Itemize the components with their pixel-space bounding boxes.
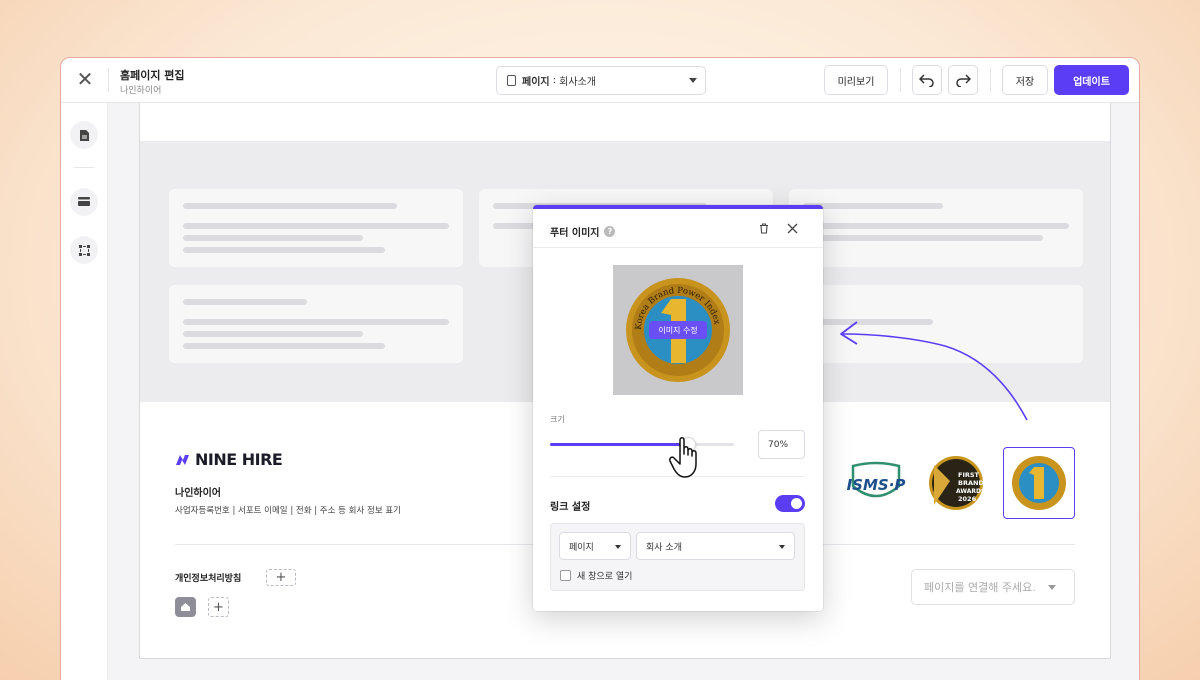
home-link-chip[interactable] (175, 597, 196, 617)
close-icon (787, 223, 798, 234)
close-icon[interactable]: ✕ (73, 68, 97, 92)
divider (900, 68, 901, 92)
link-type-value: 페이지 (569, 542, 594, 553)
first-brand-awards-badge: FIRST BRAND AWARDS 2026 (929, 456, 984, 510)
add-privacy-button[interactable]: + (266, 569, 296, 586)
rail-divider (74, 167, 94, 168)
size-value-input[interactable]: 70% (758, 430, 805, 459)
link-settings-box: 페이지 회사 소개 새 창으로 열기 (550, 523, 805, 591)
korea-brand-power-badge (1012, 456, 1066, 510)
isms-p-badge: ISMS·P (847, 461, 906, 498)
document-icon (507, 75, 516, 86)
size-slider-fill (550, 443, 688, 446)
save-button[interactable]: 저장 (1002, 65, 1048, 95)
undo-button[interactable] (912, 65, 942, 95)
footer-logo: NINE HIRE (175, 450, 283, 469)
select-frame-icon (78, 244, 90, 256)
svg-text:FIRST: FIRST (958, 471, 980, 479)
rail-pages-button[interactable] (70, 121, 98, 149)
help-icon[interactable]: ? (604, 226, 616, 237)
page-header-strip (140, 117, 1110, 142)
new-window-label: 새 창으로 열기 (577, 572, 633, 582)
popup-divider (533, 247, 823, 248)
rail-select-button[interactable] (70, 236, 98, 264)
link-settings-label: 링크 설정 (550, 502, 591, 513)
page-select-value: 회사소개 (559, 77, 596, 88)
divider (990, 68, 991, 92)
link-target-select[interactable]: 회사 소개 (636, 532, 795, 560)
footer-image-popup: 푸터 이미지 ? Korea Brand Power Index 이미지 수정 … (533, 205, 823, 611)
svg-text:BRAND: BRAND (958, 479, 984, 487)
link-target-value: 회사 소개 (646, 542, 682, 553)
popup-title: 푸터 이미지 ? (550, 224, 616, 239)
privacy-policy-label: 개인정보처리방침 (175, 574, 242, 584)
footer-logo-text: NINE HIRE (195, 450, 283, 469)
ninehire-logo-icon (176, 454, 189, 465)
svg-text:AWARDS: AWARDS (956, 488, 984, 495)
popup-close-button[interactable] (787, 220, 798, 238)
undo-icon (919, 74, 934, 87)
redo-button[interactable] (948, 65, 978, 95)
page-select[interactable]: 페이지 : 회사소개 (496, 66, 706, 95)
layout-icon (78, 197, 90, 206)
footer-company-info: 사업자등록번호 | 서포트 이메일 | 전화 | 주소 등 회사 정보 표기 (175, 506, 401, 516)
chevron-down-icon (779, 545, 785, 549)
chevron-down-icon (1048, 585, 1056, 590)
edit-image-button[interactable]: 이미지 수정 (649, 321, 707, 339)
placeholder-card (789, 189, 1083, 267)
chevron-down-icon (615, 545, 621, 549)
editor-title: 홈페이지 편집 (120, 69, 185, 82)
annotation-arrow-icon (840, 321, 1028, 421)
add-link-button[interactable]: + (208, 597, 229, 617)
new-window-checkbox[interactable] (560, 570, 571, 581)
trash-icon (760, 223, 768, 234)
left-rail (61, 103, 108, 680)
editor-topbar: ✕ 홈페이지 편집 나인하이어 페이지 : 회사소개 미리보기 저장 업데이트 (61, 58, 1139, 103)
placeholder-card (169, 285, 463, 363)
divider (108, 68, 109, 92)
footer-badge-isms[interactable]: ISMS·P (840, 447, 912, 519)
popup-title-text: 푸터 이미지 (550, 228, 600, 239)
preview-button[interactable]: 미리보기 (824, 65, 888, 95)
image-preview[interactable]: Korea Brand Power Index 이미지 수정 (613, 265, 743, 395)
rail-sections-button[interactable] (70, 188, 98, 216)
page-link-select[interactable]: 페이지를 연결해 주세요. (911, 569, 1075, 605)
svg-text:2026: 2026 (958, 495, 977, 503)
placeholder-card (169, 189, 463, 267)
page-link-placeholder: 페이지를 연결해 주세요. (924, 581, 1036, 594)
page-select-prefix: 페이지 (522, 77, 550, 88)
link-settings-toggle[interactable] (775, 495, 805, 512)
document-icon (79, 129, 89, 141)
hand-cursor-icon (669, 437, 697, 478)
svg-text:ISMS·P: ISMS·P (847, 476, 906, 494)
home-icon (181, 603, 190, 611)
footer-badge-first-brand[interactable]: FIRST BRAND AWARDS 2026 (920, 447, 992, 519)
redo-icon (956, 74, 971, 87)
editor-subtitle: 나인하이어 (120, 86, 162, 96)
delete-button[interactable] (759, 223, 769, 237)
update-button[interactable]: 업데이트 (1054, 65, 1129, 95)
size-label: 크기 (550, 415, 565, 424)
chevron-down-icon (689, 78, 697, 83)
footer-company-name: 나인하이어 (175, 488, 221, 499)
new-window-option[interactable]: 새 창으로 열기 (560, 569, 632, 582)
link-type-select[interactable]: 페이지 (559, 532, 631, 560)
size-slider[interactable] (550, 437, 734, 452)
footer-badge-kbpi-selected[interactable] (1003, 447, 1075, 519)
